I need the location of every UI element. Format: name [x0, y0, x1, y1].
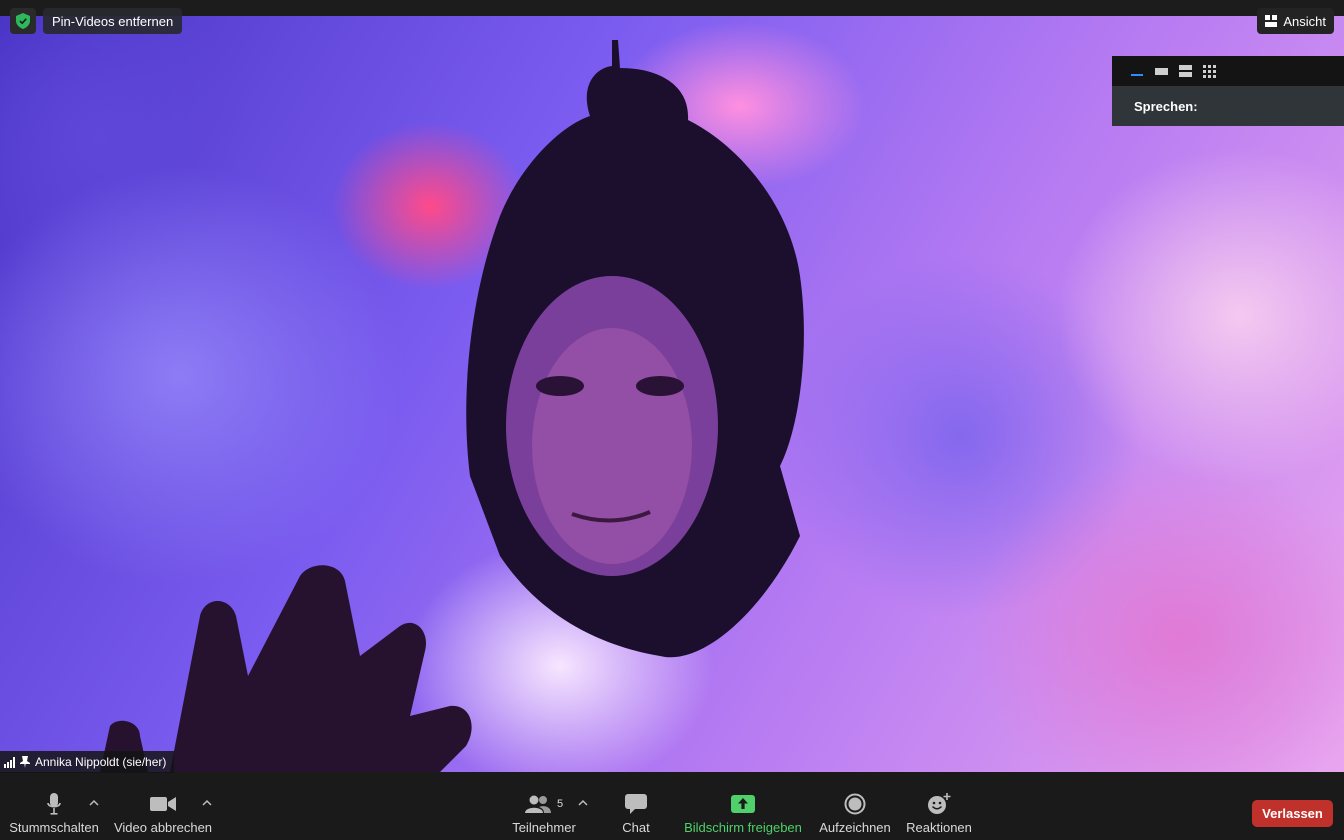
- record-button[interactable]: Aufzeichnen: [818, 790, 892, 838]
- view-button[interactable]: Ansicht: [1257, 8, 1334, 34]
- share-screen-icon: [731, 795, 755, 813]
- chat-bubble-icon: [625, 794, 647, 814]
- person-hand: [170, 565, 472, 772]
- participant-name-tag: Annika Nippoldt (sie/her): [0, 751, 175, 773]
- shield-check-icon: [16, 13, 30, 29]
- video-options-caret-icon[interactable]: [201, 798, 213, 808]
- grid-view-icon: [1265, 15, 1278, 27]
- layout-minimized-option[interactable]: [1130, 64, 1144, 78]
- share-screen-label: Bildschirm freigeben: [684, 820, 802, 835]
- emoji-add-icon: [928, 793, 951, 814]
- stop-video-button[interactable]: Video abbrechen: [114, 790, 212, 838]
- speaker-panel: Sprechen:: [1112, 56, 1344, 126]
- audio-options-caret-icon[interactable]: [88, 798, 100, 808]
- participants-count: 5: [556, 798, 564, 810]
- reactions-label: Reaktionen: [906, 820, 972, 835]
- microphone-icon: [47, 793, 61, 815]
- reactions-button[interactable]: Reaktionen: [906, 790, 972, 838]
- mute-button[interactable]: Stummschalten: [9, 790, 99, 838]
- record-label: Aufzeichnen: [819, 820, 891, 835]
- leave-meeting-button[interactable]: Verlassen: [1252, 800, 1333, 827]
- single-layout-icon: [1154, 68, 1168, 75]
- main-video: [0, 16, 1344, 772]
- stop-video-label: Video abbrechen: [113, 820, 213, 835]
- top-bar: [0, 0, 1344, 16]
- participant-name: Annika Nippoldt (sie/her): [35, 755, 167, 769]
- record-icon: [844, 793, 866, 815]
- video-camera-icon: [150, 797, 176, 811]
- unpin-videos-label: Pin-Videos entfernen: [52, 13, 174, 29]
- speaking-label: Sprechen:: [1134, 98, 1198, 114]
- grid-layout-icon: [1202, 64, 1216, 78]
- participants-options-caret-icon[interactable]: [577, 798, 589, 808]
- chat-button[interactable]: Chat: [612, 790, 660, 838]
- people-icon: [524, 795, 551, 813]
- speaking-indicator: Sprechen:: [1112, 86, 1344, 126]
- signal-bars-icon: [4, 756, 15, 768]
- mute-label: Stummschalten: [9, 820, 99, 835]
- participant-video-frame: [100, 40, 804, 772]
- participants-button[interactable]: 5 Teilnehmer: [510, 790, 578, 838]
- layout-stacked-option[interactable]: [1178, 64, 1192, 78]
- unpin-videos-button[interactable]: Pin-Videos entfernen: [43, 8, 183, 34]
- layout-single-option[interactable]: [1154, 64, 1168, 78]
- chat-label: Chat: [622, 820, 650, 835]
- meeting-toolbar: Stummschalten Video abbrechen 5 Teilnehm…: [0, 786, 1344, 840]
- minimize-layout-icon: [1131, 74, 1143, 76]
- participants-label: Teilnehmer: [512, 820, 576, 835]
- security-badge[interactable]: [10, 8, 36, 34]
- view-button-label: Ansicht: [1283, 13, 1326, 29]
- layout-grid-option[interactable]: [1202, 64, 1216, 78]
- leave-meeting-label: Verlassen: [1262, 806, 1323, 821]
- stacked-layout-icon: [1178, 65, 1192, 77]
- pin-icon: [20, 756, 30, 768]
- share-screen-button[interactable]: Bildschirm freigeben: [682, 790, 804, 838]
- layout-switcher: [1112, 56, 1344, 86]
